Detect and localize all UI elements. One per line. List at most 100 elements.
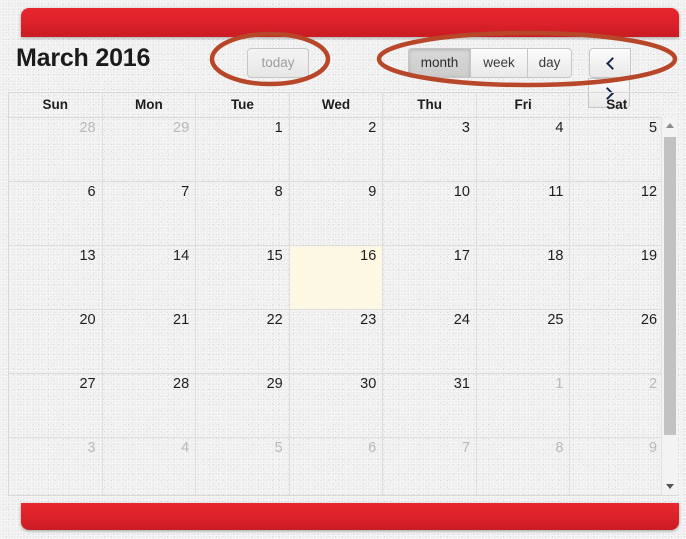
day-cell[interactable]: 4: [477, 118, 571, 181]
day-number: 27: [79, 376, 96, 392]
day-cell[interactable]: 30: [290, 374, 384, 437]
day-number: 31: [453, 376, 470, 392]
day-number: 4: [181, 440, 190, 456]
scrollbar-thumb[interactable]: [664, 137, 676, 435]
day-number: 8: [274, 184, 283, 200]
day-cell[interactable]: 29: [103, 118, 197, 181]
day-number: 2: [648, 376, 658, 392]
day-number: 23: [360, 312, 377, 328]
day-cell-today[interactable]: 16: [289, 246, 384, 309]
day-cell[interactable]: 29: [196, 374, 290, 437]
day-number: 11: [548, 184, 564, 200]
day-cell[interactable]: 14: [103, 246, 197, 309]
day-cell[interactable]: 22: [196, 310, 290, 373]
day-number: 28: [173, 376, 190, 392]
day-number: 12: [640, 184, 658, 200]
tab-day-view[interactable]: day: [527, 48, 572, 78]
tab-month-view[interactable]: month: [408, 48, 471, 78]
day-number: 5: [274, 440, 283, 456]
day-number: 7: [461, 440, 470, 456]
month-grid: Sun Mon Tue Wed Thu Fri Sat 28 29 1 2 3 4 5 6 7 8 9 10 11 1…: [8, 92, 678, 496]
week-row: 28 29 1 2 3 4 5: [9, 118, 663, 182]
day-number: 20: [79, 312, 96, 328]
day-of-week-header: Thu: [383, 93, 477, 117]
day-number: 9: [368, 184, 377, 200]
scroll-down-arrow-icon[interactable]: [662, 478, 678, 495]
day-cell[interactable]: 12: [570, 182, 663, 245]
day-cell[interactable]: 11: [477, 182, 571, 245]
day-number: 2: [368, 120, 377, 136]
day-of-week-header: Sun: [9, 93, 103, 117]
weeks-container: 28 29 1 2 3 4 5 6 7 8 9 10 11 12 13 14 15 16 17 18 19 20 21 22 2…: [9, 118, 663, 495]
day-cell[interactable]: 1: [196, 118, 290, 181]
day-number: 22: [266, 312, 283, 328]
day-cell[interactable]: 2: [570, 374, 663, 437]
calendar-page-background: March 2016 today month week day Sun Mon Tu…: [0, 0, 686, 539]
day-cell[interactable]: 5: [570, 118, 663, 181]
calendar-header-toolbar: March 2016 today month week day: [8, 38, 670, 108]
day-number: 4: [555, 120, 564, 136]
day-cell[interactable]: 13: [9, 246, 103, 309]
day-cell[interactable]: 26: [570, 310, 663, 373]
day-cell[interactable]: 28: [9, 118, 103, 181]
day-of-week-header: Mon: [103, 93, 197, 117]
week-row: 3 4 5 6 7 8 9: [9, 438, 663, 495]
day-cell[interactable]: 24: [383, 310, 477, 373]
day-of-week-header-row: Sun Mon Tue Wed Thu Fri Sat: [9, 93, 663, 118]
scroll-down-triangle-icon: [666, 484, 674, 489]
day-cell[interactable]: 23: [290, 310, 384, 373]
day-of-week-header: Tue: [196, 93, 290, 117]
day-cell[interactable]: 19: [570, 246, 663, 309]
day-cell[interactable]: 4: [103, 438, 197, 495]
day-cell[interactable]: 6: [290, 438, 384, 495]
day-number: 10: [453, 184, 470, 200]
day-cell[interactable]: 28: [103, 374, 197, 437]
day-cell[interactable]: 15: [196, 246, 290, 309]
day-cell[interactable]: 7: [103, 182, 197, 245]
day-cell[interactable]: 8: [196, 182, 290, 245]
day-cell[interactable]: 7: [383, 438, 477, 495]
day-of-week-header: Wed: [290, 93, 384, 117]
top-red-banner: [21, 8, 679, 37]
bottom-red-banner: [21, 503, 679, 530]
day-number: 17: [453, 248, 470, 264]
day-cell[interactable]: 27: [9, 374, 103, 437]
week-row: 27 28 29 30 31 1 2: [9, 374, 663, 438]
day-cell[interactable]: 31: [383, 374, 477, 437]
day-cell[interactable]: 17: [383, 246, 477, 309]
prev-month-button[interactable]: [589, 48, 631, 78]
day-cell[interactable]: 8: [477, 438, 571, 495]
day-cell[interactable]: 5: [196, 438, 290, 495]
day-cell[interactable]: 6: [9, 182, 103, 245]
day-cell[interactable]: 1: [477, 374, 571, 437]
day-cell[interactable]: 2: [290, 118, 384, 181]
day-cell[interactable]: 9: [290, 182, 384, 245]
day-cell[interactable]: 3: [9, 438, 103, 495]
today-button[interactable]: today: [247, 48, 309, 78]
day-number: 9: [648, 440, 658, 456]
day-number: 29: [173, 120, 190, 136]
week-row: 13 14 15 16 17 18 19: [9, 246, 663, 310]
day-cell[interactable]: 20: [9, 310, 103, 373]
chevron-left-icon: [605, 57, 619, 70]
day-number: 3: [461, 120, 470, 136]
day-number: 6: [87, 184, 96, 200]
day-number: 16: [360, 248, 377, 264]
day-number: 8: [555, 440, 564, 456]
calendar-scrollbar[interactable]: [661, 117, 678, 495]
week-row: 20 21 22 23 24 25 26: [9, 310, 663, 374]
day-cell[interactable]: 21: [103, 310, 197, 373]
day-number: 29: [266, 376, 283, 392]
day-cell[interactable]: 10: [383, 182, 477, 245]
tab-week-view[interactable]: week: [470, 48, 528, 78]
day-number: 28: [79, 120, 96, 136]
day-number: 1: [555, 376, 564, 392]
day-cell[interactable]: 9: [570, 438, 663, 495]
day-cell[interactable]: 18: [477, 246, 571, 309]
day-number: 25: [547, 312, 564, 328]
day-cell[interactable]: 3: [383, 118, 477, 181]
day-cell[interactable]: 25: [477, 310, 571, 373]
day-number: 1: [274, 120, 283, 136]
scroll-up-arrow-icon[interactable]: [662, 117, 678, 134]
view-switch-button-group: month week day: [408, 48, 572, 78]
